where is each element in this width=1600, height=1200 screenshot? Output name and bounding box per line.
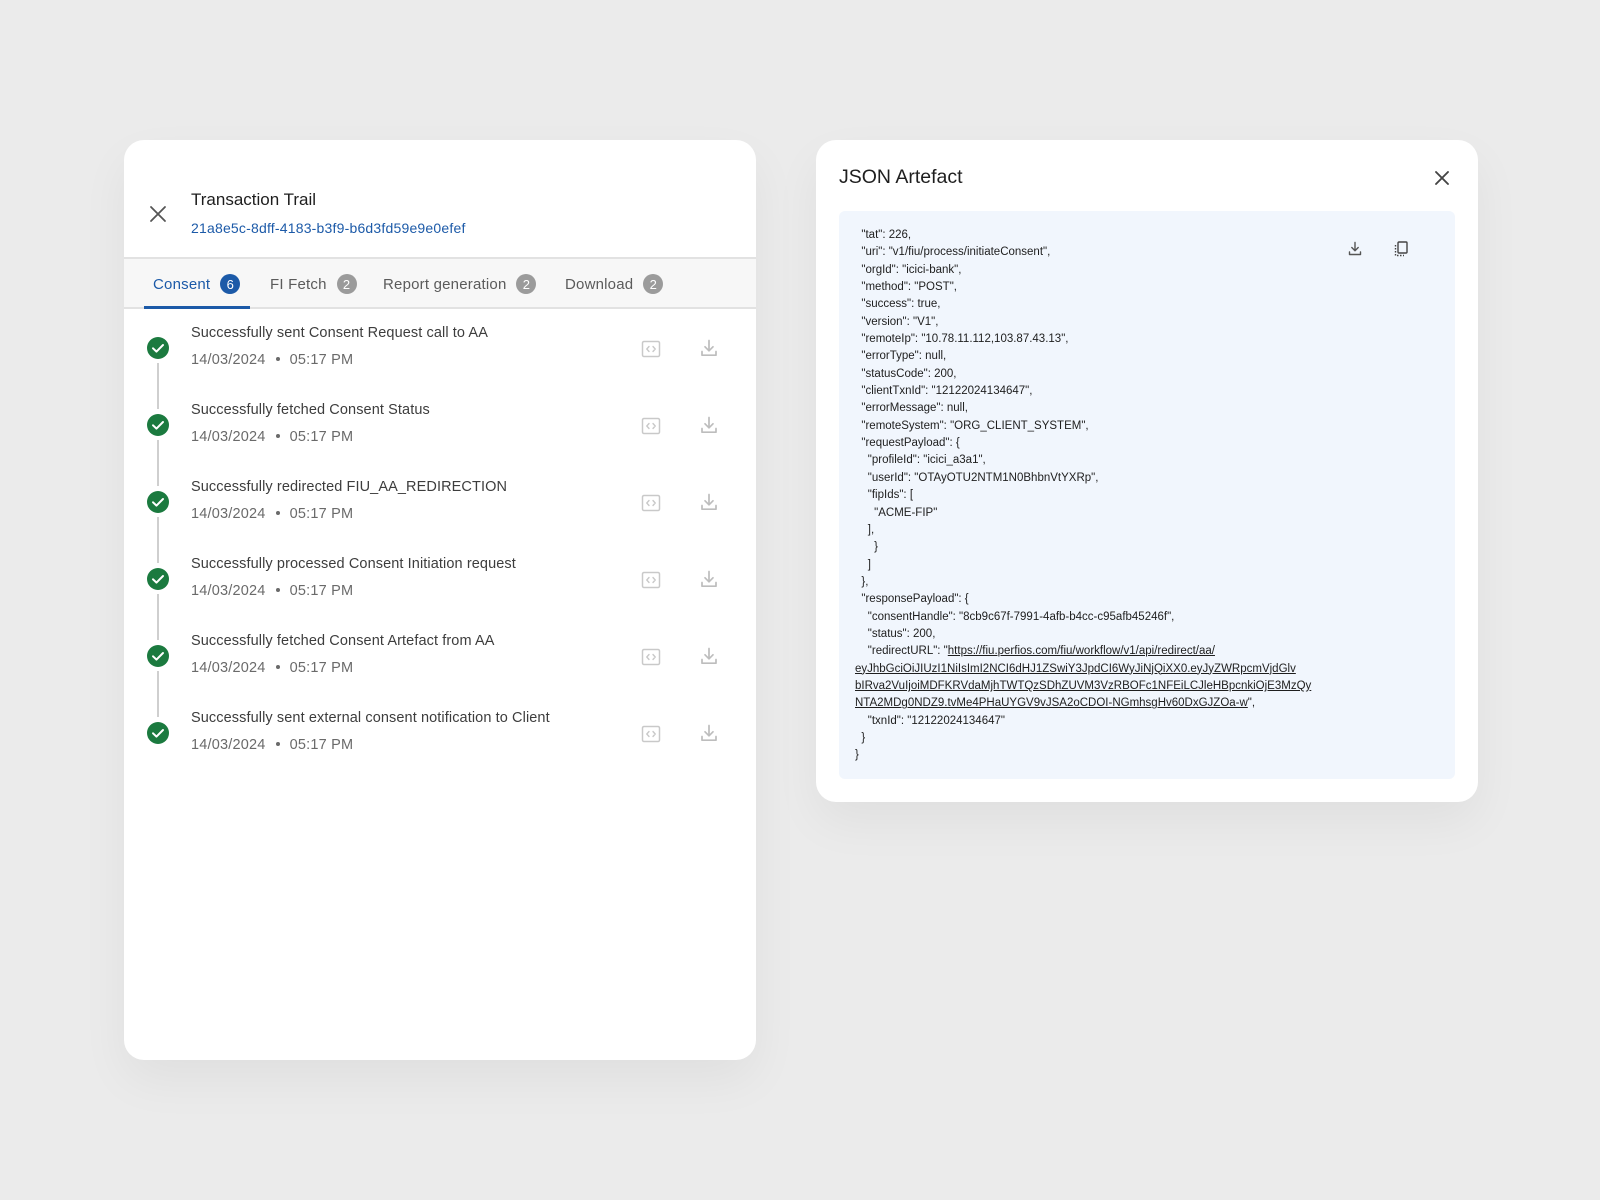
close-icon[interactable] xyxy=(146,202,170,226)
code-icon[interactable] xyxy=(640,569,662,591)
trail-tabs: Consent 6 FI Fetch 2 Report generation 2… xyxy=(124,257,756,309)
download-icon[interactable] xyxy=(698,414,720,436)
step-time: 05:17 PM xyxy=(289,352,354,368)
step-date: 14/03/2024 xyxy=(191,583,266,599)
json-code: "tat": 226, "uri": "v1/fiu/process/initi… xyxy=(855,227,1311,765)
list-item: Successfully sent external consent notif… xyxy=(124,694,756,771)
separator-dot xyxy=(275,587,280,592)
step-title: Successfully redirected FIU_AA_REDIRECTI… xyxy=(191,479,508,495)
separator-dot xyxy=(275,741,280,746)
step-timestamp: 14/03/2024 05:17 PM xyxy=(191,506,353,522)
trail-title: Transaction Trail xyxy=(191,190,317,209)
tab-label: Consent xyxy=(153,275,211,293)
check-circle-icon xyxy=(146,721,170,745)
check-circle-icon xyxy=(146,336,170,360)
step-time: 05:17 PM xyxy=(289,737,354,753)
download-icon[interactable] xyxy=(698,722,720,744)
download-icon[interactable] xyxy=(698,337,720,359)
code-icon[interactable] xyxy=(640,723,662,745)
step-title: Successfully processed Consent Initiatio… xyxy=(191,556,516,572)
code-icon[interactable] xyxy=(640,338,662,360)
step-title: Successfully fetched Consent Artefact fr… xyxy=(191,633,495,649)
step-date: 14/03/2024 xyxy=(191,429,266,445)
download-icon[interactable] xyxy=(698,568,720,590)
download-icon[interactable] xyxy=(1345,239,1365,259)
tab-count-badge: 2 xyxy=(336,274,357,294)
tab-label: Download xyxy=(565,275,634,293)
step-date: 14/03/2024 xyxy=(191,660,266,676)
step-title: Successfully sent Consent Request call t… xyxy=(191,325,488,341)
code-icon[interactable] xyxy=(640,415,662,437)
separator-dot xyxy=(275,510,280,515)
copy-icon[interactable] xyxy=(1391,239,1411,259)
separator-dot xyxy=(275,664,280,669)
step-timestamp: 14/03/2024 05:17 PM xyxy=(191,660,353,676)
tab-label: FI Fetch xyxy=(270,275,327,293)
step-time: 05:17 PM xyxy=(289,506,354,522)
tab-count-badge: 6 xyxy=(220,274,241,294)
tab-download[interactable]: Download 2 xyxy=(565,259,664,309)
code-icon[interactable] xyxy=(640,646,662,668)
separator-dot xyxy=(275,356,280,361)
list-item: Successfully fetched Consent Status 14/0… xyxy=(124,386,756,486)
check-circle-icon xyxy=(146,413,170,437)
json-code-viewer: "tat": 226, "uri": "v1/fiu/process/initi… xyxy=(839,211,1455,779)
list-item: Successfully sent Consent Request call t… xyxy=(124,309,756,409)
transaction-trail-panel: Transaction Trail 21a8e5c-8dff-4183-b3f9… xyxy=(124,140,756,1060)
close-icon[interactable] xyxy=(1430,166,1454,190)
step-title: Successfully sent external consent notif… xyxy=(191,710,550,726)
step-date: 14/03/2024 xyxy=(191,352,266,368)
step-timestamp: 14/03/2024 05:17 PM xyxy=(191,737,353,753)
tab-count-badge: 2 xyxy=(643,274,664,294)
tab-fi-fetch[interactable]: FI Fetch 2 xyxy=(270,259,357,309)
check-circle-icon xyxy=(146,567,170,591)
trail-header: Transaction Trail 21a8e5c-8dff-4183-b3f9… xyxy=(124,140,756,257)
check-circle-icon xyxy=(146,490,170,514)
step-time: 05:17 PM xyxy=(289,583,354,599)
tab-consent[interactable]: Consent 6 xyxy=(153,259,241,309)
separator-dot xyxy=(275,433,280,438)
transaction-id[interactable]: 21a8e5c-8dff-4183-b3f9-b6d3fd59e9e0efef xyxy=(191,220,466,236)
step-timestamp: 14/03/2024 05:17 PM xyxy=(191,352,353,368)
step-date: 14/03/2024 xyxy=(191,737,266,753)
step-date: 14/03/2024 xyxy=(191,506,266,522)
check-circle-icon xyxy=(146,644,170,668)
step-timestamp: 14/03/2024 05:17 PM xyxy=(191,429,353,445)
tab-label: Report generation xyxy=(383,275,507,293)
download-icon[interactable] xyxy=(698,491,720,513)
step-time: 05:17 PM xyxy=(289,660,354,676)
json-artefact-panel: JSON Artefact "tat": 226, "uri": "v1/fiu… xyxy=(816,140,1478,802)
tab-report-generation[interactable]: Report generation 2 xyxy=(383,259,537,309)
json-code-text: "tat": 226, "uri": "v1/fiu/process/initi… xyxy=(861,229,1175,658)
tab-count-badge: 2 xyxy=(516,274,537,294)
list-item: Successfully redirected FIU_AA_REDIRECTI… xyxy=(124,463,756,563)
list-item: Successfully processed Consent Initiatio… xyxy=(124,540,756,640)
json-artefact-title: JSON Artefact xyxy=(839,166,963,188)
step-timestamp: 14/03/2024 05:17 PM xyxy=(191,583,353,599)
code-icon[interactable] xyxy=(640,492,662,514)
step-title: Successfully fetched Consent Status xyxy=(191,402,430,418)
download-icon[interactable] xyxy=(698,645,720,667)
step-time: 05:17 PM xyxy=(289,429,354,445)
list-item: Successfully fetched Consent Artefact fr… xyxy=(124,617,756,717)
